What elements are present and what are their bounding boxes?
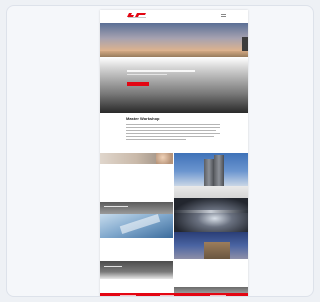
logo-mark: [126, 12, 148, 20]
logo-tagline-mark: [128, 17, 146, 18]
intro-text-line: [126, 139, 186, 140]
gallery-tile-portrait[interactable]: [100, 153, 173, 164]
hero-image-sunset: [100, 23, 248, 57]
tile-caption: [104, 206, 128, 207]
hero-headline-line: [127, 70, 195, 72]
brand-logo-icon[interactable]: [126, 12, 148, 20]
intro-text-line: [126, 124, 220, 125]
footer-link[interactable]: [210, 295, 226, 296]
hero-banner: [100, 57, 248, 113]
gallery-tile-tunnel[interactable]: [174, 198, 248, 232]
glass-beam-shape: [119, 214, 161, 234]
gallery-tile-skyscraper[interactable]: [174, 153, 248, 186]
hamburger-menu-icon[interactable]: [221, 14, 226, 18]
gallery-tile-glass-facade[interactable]: [100, 214, 173, 238]
screenshot-frame: Master Workshop: [6, 5, 314, 297]
gallery-blank-cell: [174, 259, 248, 287]
portrait-photo: [156, 153, 173, 164]
intro-text-line: [126, 127, 220, 128]
site-footer: [100, 293, 248, 296]
intro-heading: Master Workshop: [126, 116, 160, 121]
hero-subline-line: [127, 74, 167, 75]
footer-link[interactable]: [160, 295, 174, 296]
gallery-blank-cell: [100, 164, 173, 206]
gallery-caption-cell: [174, 186, 248, 198]
tile-caption: [104, 266, 122, 267]
gallery-tile-building-night[interactable]: [174, 232, 248, 259]
intro-text-line: [126, 133, 220, 134]
intro-text-line: [126, 130, 216, 131]
site-header: [100, 10, 248, 23]
intro-text-line: [126, 136, 214, 137]
web-page: Master Workshop: [100, 10, 248, 296]
gallery-tile-grey[interactable]: [100, 261, 173, 279]
building-shape: [204, 242, 230, 259]
tower-shape: [214, 155, 224, 186]
hero-cta-button[interactable]: [127, 82, 149, 86]
tunnel-light-stripe: [174, 210, 248, 213]
footer-link[interactable]: [120, 295, 136, 296]
gallery-blank-cell: [100, 238, 173, 261]
side-tab[interactable]: [242, 37, 248, 51]
gallery-tile-interior[interactable]: [100, 202, 173, 214]
tower-shape: [204, 159, 214, 186]
